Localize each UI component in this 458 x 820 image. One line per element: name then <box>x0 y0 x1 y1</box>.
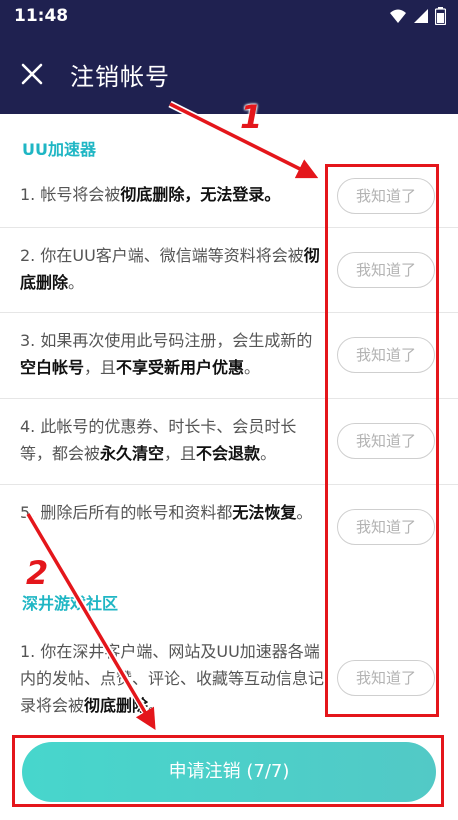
submit-cancellation-button[interactable]: 申请注销 (7/7) <box>22 742 436 802</box>
app-bar: 注销帐号 <box>0 34 458 114</box>
status-icons <box>389 7 446 25</box>
notice-item: 1. 帐号将会被彻底删除，无法登录。 我知道了 <box>0 162 458 228</box>
notice-text: 3. 如果再次使用此号码注册，会生成新的空白帐号，且不享受新用户优惠。 <box>20 331 313 377</box>
acknowledge-button[interactable]: 我知道了 <box>337 423 435 459</box>
wifi-icon <box>390 9 406 23</box>
acknowledge-button[interactable]: 我知道了 <box>337 252 435 288</box>
acknowledge-button[interactable]: 我知道了 <box>337 178 435 214</box>
acknowledge-button[interactable]: 我知道了 <box>337 660 435 696</box>
status-time: 11:48 <box>14 6 69 26</box>
notice-text: 1. 你在深井客户端、网站及UU加速器各端内的发帖、点赞、评论、收藏等互动信息记… <box>20 642 325 715</box>
notice-text: 4. 此帐号的优惠券、时长卡、会员时长等，都会被永久清空，且不会退款。 <box>20 417 297 463</box>
annotation-label-1: 1 <box>240 98 263 136</box>
page-title: 注销帐号 <box>70 63 170 91</box>
notice-text: 1. 帐号将会被彻底删除，无法登录。 <box>20 185 281 204</box>
notice-item: 4. 此帐号的优惠券、时长卡、会员时长等，都会被永久清空，且不会退款。 我知道了 <box>0 399 458 485</box>
battery-icon <box>435 7 446 25</box>
annotation-label-2: 2 <box>26 554 49 592</box>
close-icon[interactable] <box>18 60 46 88</box>
notice-item: 1. 你在深井客户端、网站及UU加速器各端内的发帖、点赞、评论、收藏等互动信息记… <box>0 624 458 734</box>
notice-item: 3. 如果再次使用此号码注册，会生成新的空白帐号，且不享受新用户优惠。 我知道了 <box>0 313 458 399</box>
section-title-shenjing: 深井游戏社区 <box>22 594 119 613</box>
signal-icon <box>414 9 428 23</box>
notice-text: 5. 删除后所有的帐号和资料都无法恢复。 <box>20 503 313 522</box>
notice-list[interactable]: UU加速器 1. 帐号将会被彻底删除，无法登录。 我知道了 2. 你在UU客户端… <box>0 114 458 734</box>
footer: 申请注销 (7/7) <box>0 734 458 820</box>
notice-item: 2. 你在UU客户端、微信端等资料将会被彻底删除。 我知道了 <box>0 228 458 313</box>
acknowledge-button[interactable]: 我知道了 <box>337 509 435 545</box>
notice-text: 2. 你在UU客户端、微信端等资料将会被彻底删除。 <box>20 246 320 292</box>
notice-item: 5. 删除后所有的帐号和资料都无法恢复。 我知道了 <box>0 485 458 569</box>
section-title-uu: UU加速器 <box>22 140 96 159</box>
status-bar: 11:48 <box>0 0 458 34</box>
acknowledge-button[interactable]: 我知道了 <box>337 337 435 373</box>
